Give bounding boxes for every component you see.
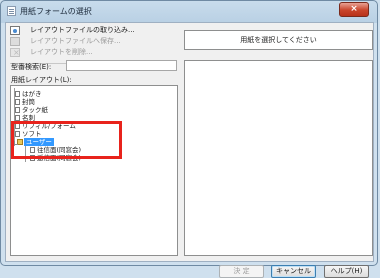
save-layout-button[interactable]: レイアウトファイルへ保存... (10, 36, 178, 47)
delete-layout-icon (10, 47, 20, 58)
paper-layout-label: 用紙レイアウト(L): (11, 76, 72, 84)
status-message: 用紙を選択してください (184, 30, 373, 50)
save-layout-label: レイアウトファイルへ保存... (30, 37, 121, 45)
tree-item-label: 封筒 (22, 98, 35, 106)
highlight-annotation (11, 121, 122, 159)
tree-item-label: タック紙 (22, 106, 48, 114)
page-icon (15, 107, 20, 113)
model-search-input[interactable] (66, 60, 177, 71)
model-search-label: 型番検索(E): (11, 63, 52, 71)
page-icon (15, 91, 20, 97)
delete-layout-label: レイアウトを削除... (30, 48, 93, 56)
window-title: 用紙フォームの選択 (20, 7, 92, 16)
page-icon (15, 99, 20, 105)
paper-layout-tree[interactable]: はがき 封筒 タック紙 名刺 リフィル/フォーム ソフト ユーザー 往信面(同窓… (10, 85, 178, 256)
dialog-window: 用紙フォームの選択 × レイアウトファイルの取り込み... レイアウトファイルへ… (0, 0, 378, 278)
tree-item-label: はがき (22, 90, 42, 98)
close-button[interactable]: × (339, 2, 369, 17)
layout-preview-pane (184, 60, 373, 256)
title-bar[interactable]: 用紙フォームの選択 × (1, 1, 377, 21)
import-layout-icon (10, 26, 20, 35)
cancel-button[interactable]: キャンセル (271, 265, 316, 278)
save-layout-icon (10, 37, 20, 46)
import-layout-button[interactable]: レイアウトファイルの取り込み... (10, 25, 178, 36)
ok-button[interactable]: 決 定 (219, 265, 264, 278)
delete-layout-button[interactable]: レイアウトを削除... (10, 47, 178, 58)
document-icon (7, 6, 16, 16)
help-button[interactable]: ヘルプ(H) (324, 265, 369, 278)
import-layout-label: レイアウトファイルの取り込み... (30, 26, 135, 34)
